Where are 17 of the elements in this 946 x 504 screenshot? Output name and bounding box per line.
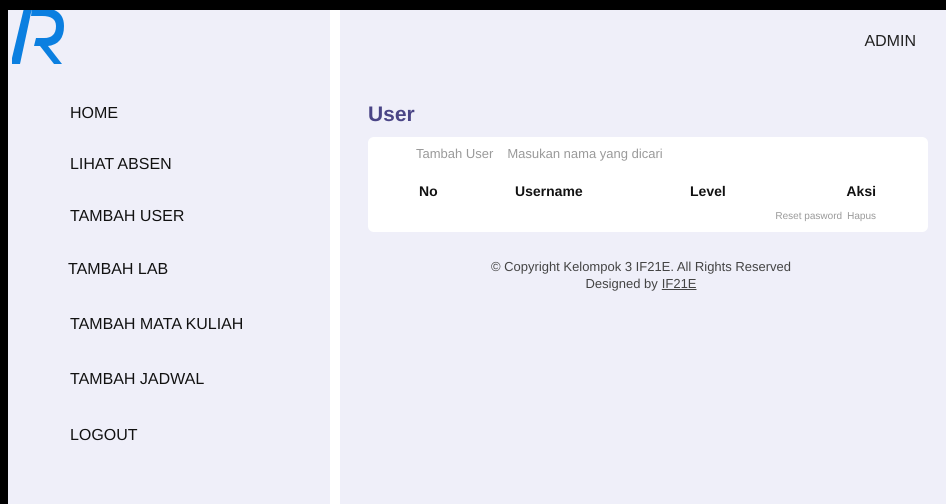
nav-link[interactable]: LOGOUT xyxy=(70,426,138,446)
nav-link[interactable]: TAMBAH USER xyxy=(70,207,184,227)
copyright-text: © Copyright Kelompok 3 IF21E. All Rights Reserved xyxy=(490,258,792,274)
column-header: Aksi xyxy=(846,182,876,200)
nav-link[interactable]: HOME xyxy=(70,104,118,124)
page-title: User xyxy=(368,103,416,127)
column-header: No xyxy=(419,182,439,200)
search-field[interactable]: Masukan nama yang dicari xyxy=(507,144,728,164)
designed-by-text: Designed by xyxy=(586,274,658,292)
nav-link[interactable]: TAMBAH MATA KULIAH xyxy=(70,315,244,335)
column-header: Username xyxy=(515,182,584,200)
column-header: Level xyxy=(690,182,727,200)
nav-link[interactable]: TAMBAH JADWAL xyxy=(70,370,204,390)
nav-link[interactable]: LIHAT ABSEN xyxy=(70,155,172,175)
designer-link[interactable]: IF21E xyxy=(662,274,696,292)
user-name: ADMIN xyxy=(864,32,916,52)
nav-link[interactable]: TAMBAH LAB xyxy=(68,260,168,280)
